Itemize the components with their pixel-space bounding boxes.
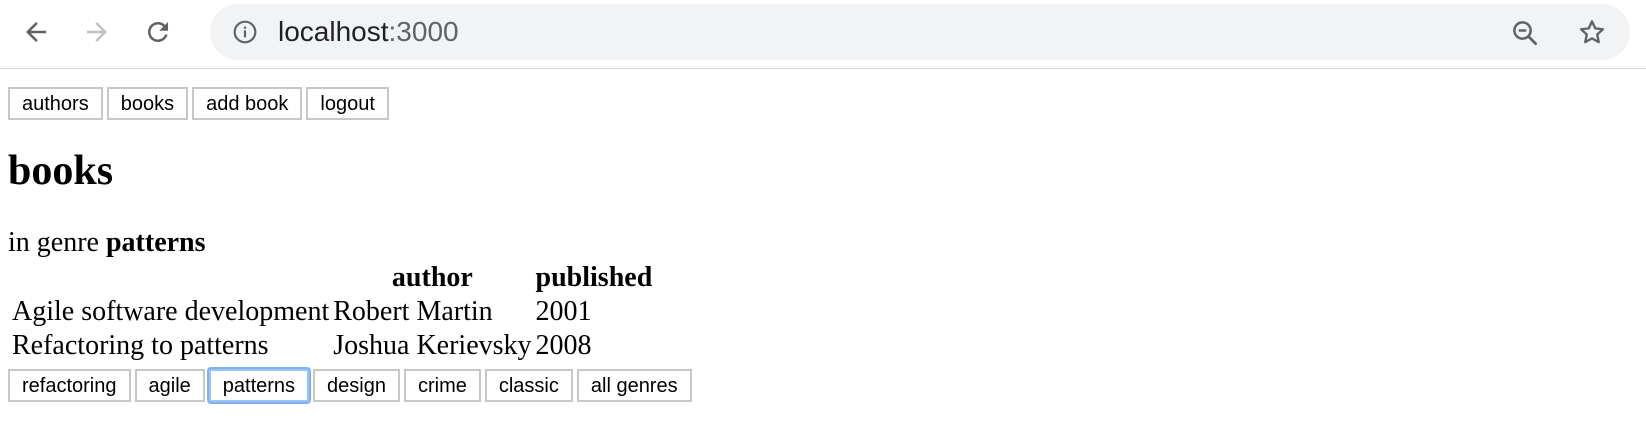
book-published: 2008 <box>535 330 592 361</box>
add-book-button[interactable]: add book <box>192 87 303 120</box>
page-content: authors books add book logout books in g… <box>0 69 1646 432</box>
book-author: Joshua Kerievsky <box>333 330 532 361</box>
book-title: Refactoring to patterns <box>12 330 269 361</box>
header-title <box>12 262 329 294</box>
table-header-row: author published <box>12 262 652 294</box>
browser-toolbar: localhost:3000 <box>0 0 1646 69</box>
authors-button[interactable]: authors <box>8 87 103 120</box>
books-button[interactable]: books <box>106 87 189 120</box>
forward-button[interactable] <box>79 14 115 50</box>
logout-button[interactable]: logout <box>306 87 389 120</box>
book-published: 2001 <box>535 296 592 327</box>
all-genres-button[interactable]: all genres <box>576 369 692 402</box>
genre-caption: in genre patterns <box>8 227 206 259</box>
table-row: Refactoring to patterns Joshua Kerievsky… <box>12 330 652 362</box>
genre-refactoring-button[interactable]: refactoring <box>8 369 131 402</box>
current-genre: patterns <box>105 227 206 258</box>
info-icon[interactable] <box>232 19 258 45</box>
header-author: author <box>391 262 473 293</box>
reload-icon <box>148 22 168 42</box>
address-bar[interactable]: localhost:3000 <box>210 4 1630 60</box>
book-title: Agile software development <box>12 296 330 327</box>
back-button[interactable] <box>18 14 54 50</box>
genre-crime-button[interactable]: crime <box>403 369 481 402</box>
url-host: localhost <box>278 16 389 47</box>
genre-prefix: in genre <box>8 227 99 258</box>
header-published: published <box>535 262 653 293</box>
genre-patterns-button[interactable]: patterns <box>208 369 310 402</box>
table-row: Agile software development Robert Martin… <box>12 296 652 328</box>
book-author: Robert Martin <box>333 296 493 327</box>
genre-agile-button[interactable]: agile <box>134 369 205 402</box>
url-text[interactable]: localhost:3000 <box>278 16 459 48</box>
books-table: author published Agile software developm… <box>8 260 656 364</box>
zoom-out-icon[interactable] <box>1510 18 1540 48</box>
genre-classic-button[interactable]: classic <box>484 369 573 402</box>
page-title: books <box>8 148 114 194</box>
bookmark-star-icon[interactable] <box>1577 17 1607 47</box>
forward-icon <box>87 22 107 42</box>
url-port: :3000 <box>388 16 459 47</box>
genre-filter-buttons: refactoring agile patterns design crime … <box>8 369 692 402</box>
reload-button[interactable] <box>140 14 176 50</box>
back-icon <box>26 22 46 42</box>
top-menu: authors books add book logout <box>8 87 389 120</box>
genre-design-button[interactable]: design <box>313 369 400 402</box>
